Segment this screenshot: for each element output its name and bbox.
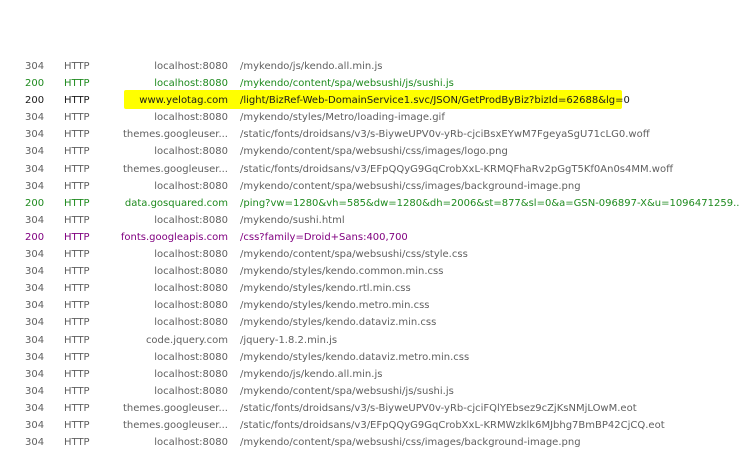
host: localhost:8080: [154, 283, 228, 295]
status-code: 304: [25, 129, 45, 141]
status-code: 304: [25, 385, 45, 397]
host: localhost:8080: [154, 146, 228, 158]
status-code: 200: [25, 95, 45, 107]
url: /css?family=Droid+Sans:400,700: [240, 231, 408, 243]
table-row[interactable]: 304 HTTP localhost:8080/mykendo/styles/ken…: [0, 263, 747, 280]
table-row[interactable]: 304 HTTP localhost:8080/mykendo/content/sp…: [0, 434, 747, 451]
table-row[interactable]: 304 HTTP localhost:8080/mykendo/sushi.html: [0, 212, 747, 229]
table-row-highlighted[interactable]: 200 HTTP www.yelotag.com/light/BizRef-Web-…: [0, 92, 747, 109]
url: /light/BizRef-Web-DomainService1.svc/JSO…: [240, 95, 630, 107]
url: /mykendo/content/spa/websushi/css/images…: [240, 437, 581, 449]
host: data.gosquared.com: [124, 197, 228, 209]
host: fonts.googleapis.com: [120, 231, 228, 243]
url: /mykendo/styles/kendo.rtl.min.css: [240, 283, 411, 295]
table-row[interactable]: 304 HTTP localhost:8080/mykendo/content/sp…: [0, 383, 747, 400]
status-code: 200: [25, 197, 45, 209]
url: /mykendo/styles/kendo.dataviz.min.css: [240, 317, 437, 329]
status-code: 304: [25, 402, 45, 414]
table-row[interactable]: 200 HTTP fonts.googleapis.com/css?family=D…: [0, 229, 747, 246]
status-code: 304: [25, 146, 45, 158]
status-code: 304: [25, 437, 45, 449]
host: www.yelotag.com: [139, 95, 228, 107]
table-row[interactable]: 304 HTTP localhost:8080/mykendo/content/sp…: [0, 143, 747, 160]
status-code: 304: [25, 214, 45, 226]
url: /mykendo/js/kendo.all.min.js: [240, 368, 383, 380]
status-code: 304: [25, 368, 45, 380]
url: /static/fonts/droidsans/v3/EFpQQyG9GqCro…: [240, 419, 665, 431]
table-row[interactable]: 304 HTTP themes.googleuser.../static/fonts…: [0, 161, 747, 178]
status-code: 304: [25, 334, 45, 346]
host: localhost:8080: [154, 214, 228, 226]
table-row[interactable]: 304 HTTP localhost:8080/mykendo/js/kendo.a…: [0, 58, 747, 75]
status-code: 304: [25, 351, 45, 363]
url: /mykendo/styles/kendo.dataviz.metro.min.…: [240, 351, 470, 363]
url: /ping?vw=1280&vh=585&dw=1280&dh=2006&st=…: [240, 197, 740, 209]
host: localhost:8080: [154, 61, 228, 72]
table-row[interactable]: 304 HTTP localhost:8080/mykendo/content/sp…: [0, 178, 747, 195]
host: localhost:8080: [154, 112, 228, 124]
url: /mykendo/js/kendo.all.min.js: [240, 61, 383, 72]
table-row[interactable]: 304 HTTP code.jquery.com/jquery-1.8.2.min.…: [0, 332, 747, 349]
table-row[interactable]: 304 HTTP localhost:8080/mykendo/styles/Met…: [0, 109, 747, 126]
host: localhost:8080: [154, 437, 228, 449]
host: localhost:8080: [154, 78, 228, 90]
table-row[interactable]: 304 HTTP localhost:8080/mykendo/styles/ken…: [0, 280, 747, 297]
status-code: 304: [25, 112, 45, 124]
table-row[interactable]: 304 HTTP localhost:8080/mykendo/styles/ken…: [0, 297, 747, 314]
url: /static/fonts/droidsans/v3/s-BiyweUPV0v-…: [240, 402, 637, 414]
url: /mykendo/styles/kendo.common.min.css: [240, 266, 444, 278]
url: /mykendo/styles/Metro/loading-image.gif: [240, 112, 445, 124]
host: themes.googleuser...: [123, 163, 228, 175]
status-code: 304: [25, 283, 45, 295]
table-row[interactable]: 304 HTTP themes.googleuser.../static/fonts…: [0, 417, 747, 434]
url: /mykendo/content/spa/websushi/js/sushi.j…: [240, 78, 454, 90]
table-row[interactable]: 304 HTTP localhost:8080/mykendo/styles/ken…: [0, 314, 747, 331]
url: /jquery-1.8.2.min.js: [240, 334, 338, 346]
host: localhost:8080: [154, 300, 228, 312]
host: localhost:8080: [154, 317, 228, 329]
table-row[interactable]: 200 HTTP localhost:8080/mykendo/content/sp…: [0, 75, 747, 92]
host: localhost:8080: [154, 368, 228, 380]
table-row[interactable]: 304 HTTP themes.googleuser.../static/fonts…: [0, 126, 747, 143]
url: /mykendo/content/spa/websushi/css/images…: [240, 180, 581, 192]
url: /mykendo/styles/kendo.metro.min.css: [240, 300, 430, 312]
host: localhost:8080: [154, 351, 228, 363]
table-row[interactable]: 304 HTTP localhost:8080/mykendo/content/sp…: [0, 246, 747, 263]
host: code.jquery.com: [145, 334, 228, 346]
host: themes.googleuser...: [123, 419, 228, 431]
status-code: 304: [25, 163, 45, 175]
status-code: 200: [25, 231, 45, 243]
status-code: 304: [25, 266, 45, 278]
status-code: 304: [25, 317, 45, 329]
status-code: 200: [25, 78, 45, 90]
host: localhost:8080: [154, 266, 228, 278]
host: localhost:8080: [154, 180, 228, 192]
url: /mykendo/content/spa/websushi/css/images…: [240, 146, 508, 158]
host: localhost:8080: [154, 249, 228, 261]
status-code: 304: [25, 180, 45, 192]
url: /static/fonts/droidsans/v3/EFpQQyG9GqCro…: [240, 163, 673, 175]
host: themes.googleuser...: [123, 402, 228, 414]
table-row[interactable]: 200 HTTP data.gosquared.com/ping?vw=1280&v…: [0, 195, 747, 212]
table-row[interactable]: 304 HTTP localhost:8080/mykendo/js/kendo.a…: [0, 366, 747, 383]
table-row[interactable]: 304 HTTP localhost:8080/mykendo/styles/ken…: [0, 349, 747, 366]
status-code: 304: [25, 419, 45, 431]
url: /mykendo/sushi.html: [240, 214, 345, 226]
status-code: 304: [25, 61, 45, 72]
url: /mykendo/content/spa/websushi/js/sushi.j…: [240, 385, 454, 397]
host: themes.googleuser...: [123, 129, 228, 141]
traffic-log: 304 HTTP localhost:8080/mykendo/js/kendo.a…: [0, 58, 747, 451]
host: localhost:8080: [154, 385, 228, 397]
status-code: 304: [25, 249, 45, 261]
url: /static/fonts/droidsans/v3/s-BiyweUPV0v-…: [240, 129, 650, 141]
url: /mykendo/content/spa/websushi/css/style.…: [240, 249, 468, 261]
status-code: 304: [25, 300, 45, 312]
table-row[interactable]: 304 HTTP themes.googleuser.../static/fonts…: [0, 400, 747, 417]
